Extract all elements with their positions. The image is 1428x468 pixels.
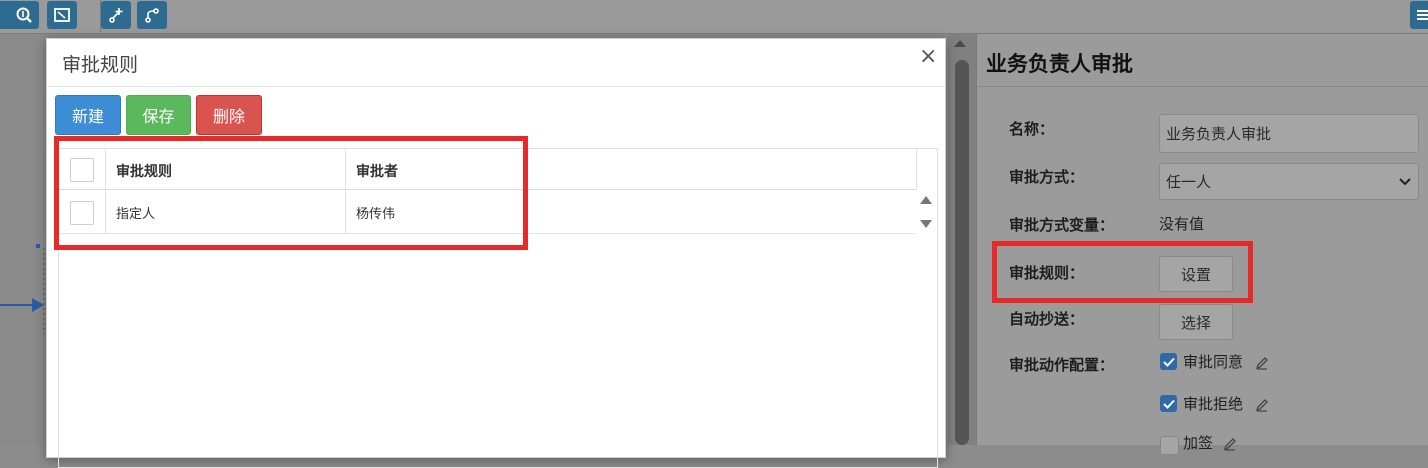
action-agree-label: 审批同意 [1183,353,1244,371]
scroll-thumb[interactable] [955,60,969,445]
panel-title: 业务负责人审批 [986,52,1133,76]
scroll-up-arrow[interactable] [954,40,966,47]
method-select-value: 任一人 [1166,173,1212,191]
name-input[interactable]: 业务负责人审批 [1159,114,1419,153]
save-button[interactable]: 保存 [126,95,191,135]
method-select[interactable]: 任一人 [1159,163,1419,200]
vertical-scrollbar[interactable] [948,34,976,445]
top-toolbar [0,0,1428,34]
menu-icon[interactable] [1410,1,1428,29]
method-var-label: 审批方式变量： [1009,216,1115,234]
chevron-down-icon [1399,177,1411,185]
edit-countersign-icon[interactable] [1223,437,1237,451]
edit-agree-icon[interactable] [1255,356,1269,370]
properties-panel: 业务负责人审批 名称： 业务负责人审批 审批方式： 任一人 审批方式变量： 没有… [976,34,1428,455]
action-reject-label: 审批拒绝 [1183,395,1244,413]
highlight-box-rule [992,241,1253,303]
add-node-icon[interactable] [101,1,131,29]
action-agree-checkbox[interactable] [1160,353,1177,370]
action-reject-checkbox[interactable] [1160,395,1177,412]
scroll-up-arrow[interactable] [920,196,932,204]
delete-button[interactable]: 删除 [196,95,262,135]
new-button[interactable]: 新建 [55,95,121,135]
close-icon[interactable]: × [919,44,937,69]
method-var-value: 没有值 [1159,215,1205,233]
cc-select-button[interactable]: 选择 [1159,304,1233,340]
zoom-in-icon[interactable] [9,1,39,29]
method-label: 审批方式： [1009,168,1085,186]
approval-rule-dialog: 审批规则 × 新建 保存 删除 审批规则 审批者 指定人 杨传伟 [46,38,946,468]
cc-label: 自动抄送： [1009,310,1085,328]
fit-screen-icon[interactable] [47,1,77,29]
branch-icon[interactable] [137,1,167,29]
action-config-label: 审批动作配置： [1009,356,1115,374]
edit-reject-icon[interactable] [1255,398,1269,412]
name-label: 名称： [1009,120,1055,138]
action-countersign-label: 加签 [1183,434,1214,452]
scroll-down-arrow[interactable] [920,220,932,228]
highlight-box-table [54,136,528,250]
action-countersign-checkbox[interactable] [1160,436,1179,455]
dialog-title: 审批规则 [62,54,139,76]
